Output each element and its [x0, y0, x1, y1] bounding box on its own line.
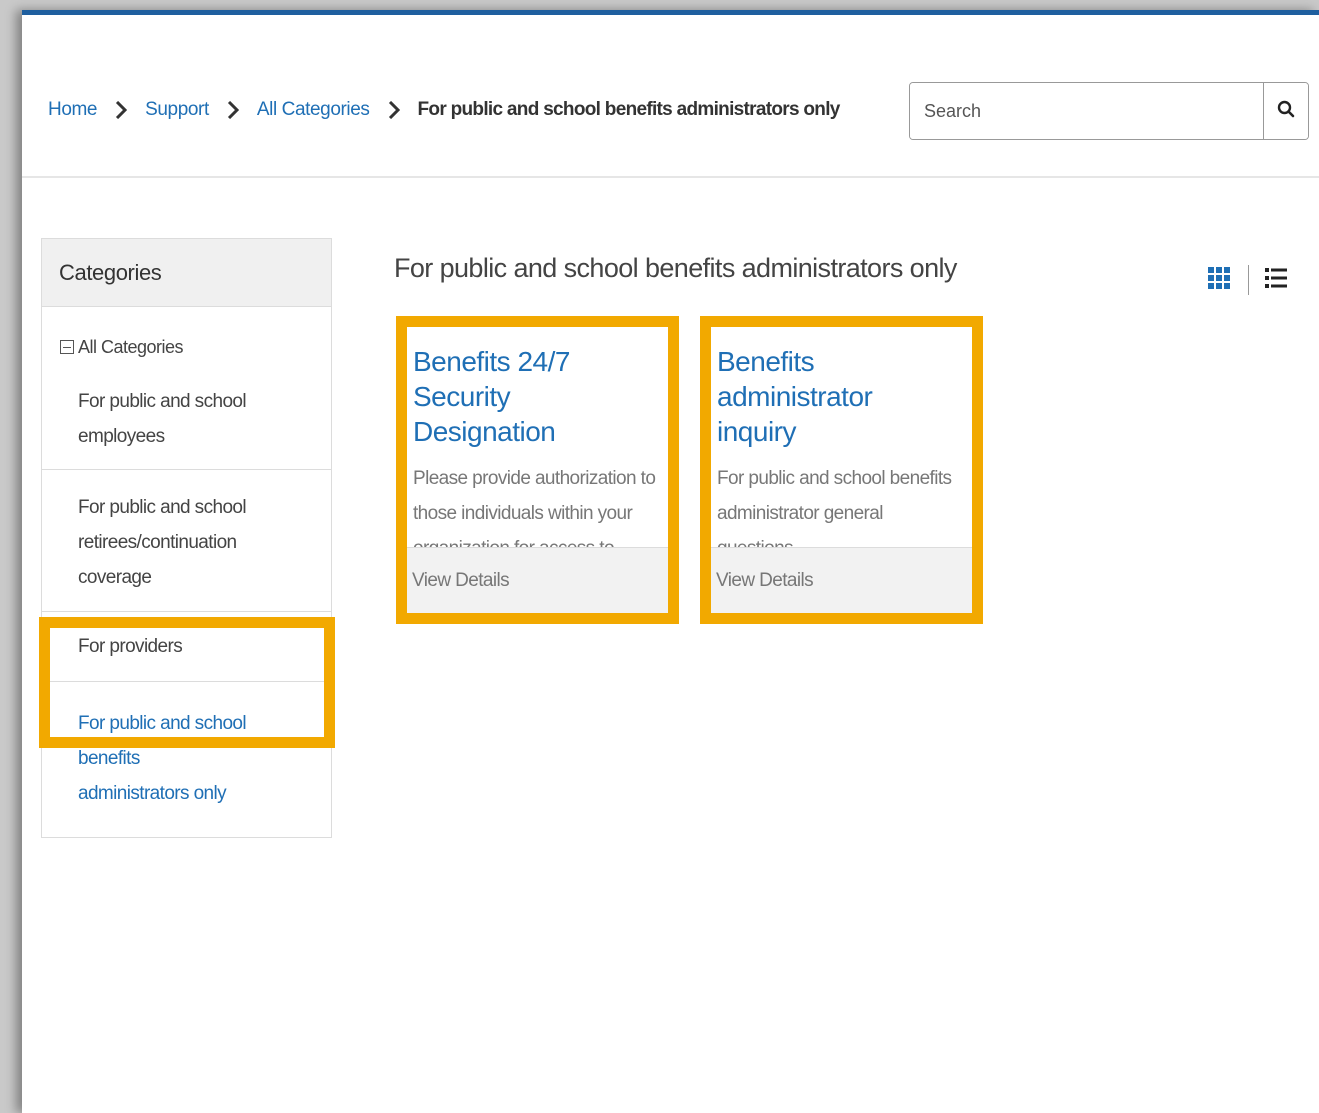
sidebar-item-administrators[interactable]: For public and school benefits administr… — [42, 682, 331, 837]
breadcrumb-support[interactable]: Support — [145, 99, 209, 121]
sidebar-item-label: For public and school benefits — [78, 713, 247, 769]
page-title: For public and school benefits administr… — [394, 253, 957, 283]
chevron-right-icon — [388, 101, 400, 119]
card-description: For public and school benefits administr… — [717, 461, 966, 547]
card-title-line: Benefits 24/7 Security — [413, 346, 570, 412]
card-body: Benefits administrator inquiry For publi… — [711, 327, 972, 547]
breadcrumb: Home Support All Categories For public a… — [48, 99, 840, 121]
breadcrumb-all-categories[interactable]: All Categories — [257, 99, 370, 121]
card-title-line: Designation — [413, 416, 556, 447]
all-categories-label: All Categories — [78, 336, 184, 357]
search-box — [909, 82, 1309, 140]
view-toggle — [1208, 265, 1287, 295]
breadcrumb-current: For public and school benefits administr… — [417, 99, 841, 120]
categories-sidebar: Categories All Categories For public and… — [41, 238, 332, 838]
list-view-icon[interactable] — [1265, 267, 1287, 294]
card-title[interactable]: Benefits 24/7 Security Designation — [413, 344, 662, 449]
collapse-icon[interactable] — [60, 340, 74, 354]
view-details-link[interactable]: View Details — [711, 547, 972, 613]
card-description-line: For public and school benefits — [717, 468, 952, 489]
view-details-link[interactable]: View Details — [407, 547, 668, 613]
breadcrumb-home[interactable]: Home — [48, 99, 97, 121]
search-button[interactable] — [1263, 83, 1308, 139]
sidebar-item-label: For public and school — [78, 497, 247, 518]
all-categories-toggle[interactable]: All Categories — [42, 307, 331, 365]
card-security-designation[interactable]: Benefits 24/7 Security Designation Pleas… — [396, 316, 679, 624]
card-description: Please provide authorization to those in… — [413, 461, 662, 547]
sidebar-item-label: For public and school employees — [78, 391, 247, 447]
sidebar-item-providers[interactable]: For providers — [42, 612, 331, 682]
header-divider — [22, 176, 1319, 178]
card-body: Benefits 24/7 Security Designation Pleas… — [407, 327, 668, 547]
sidebar-item-label: For providers — [78, 636, 183, 657]
grid-view-icon[interactable] — [1208, 266, 1230, 294]
card-description-line: those individuals within your — [413, 503, 633, 524]
sidebar-item-label: retirees/continuation coverage — [78, 532, 237, 588]
sidebar-item-employees[interactable]: For public and school employees — [42, 365, 331, 470]
card-title[interactable]: Benefits administrator inquiry — [717, 344, 966, 449]
chevron-right-icon — [115, 101, 128, 119]
sidebar-heading: Categories — [42, 239, 331, 307]
card-description-line: organization for access to Benefits — [413, 531, 662, 547]
sidebar-item-label: administrators only — [78, 783, 227, 804]
card-description-line: Please provide authorization to — [413, 468, 656, 489]
view-toggle-divider — [1248, 265, 1249, 295]
support-page: Home Support All Categories For public a… — [22, 10, 1319, 1113]
card-description-line: administrator general questions. — [717, 503, 883, 547]
chevron-right-icon — [227, 101, 239, 119]
card-administrator-inquiry[interactable]: Benefits administrator inquiry For publi… — [700, 316, 983, 624]
sidebar-item-retirees[interactable]: For public and school retirees/continuat… — [42, 470, 331, 612]
search-icon — [1277, 100, 1295, 123]
search-input[interactable] — [910, 83, 1263, 139]
card-title-line: Benefits administrator — [717, 346, 873, 412]
card-title-line: inquiry — [717, 416, 796, 447]
